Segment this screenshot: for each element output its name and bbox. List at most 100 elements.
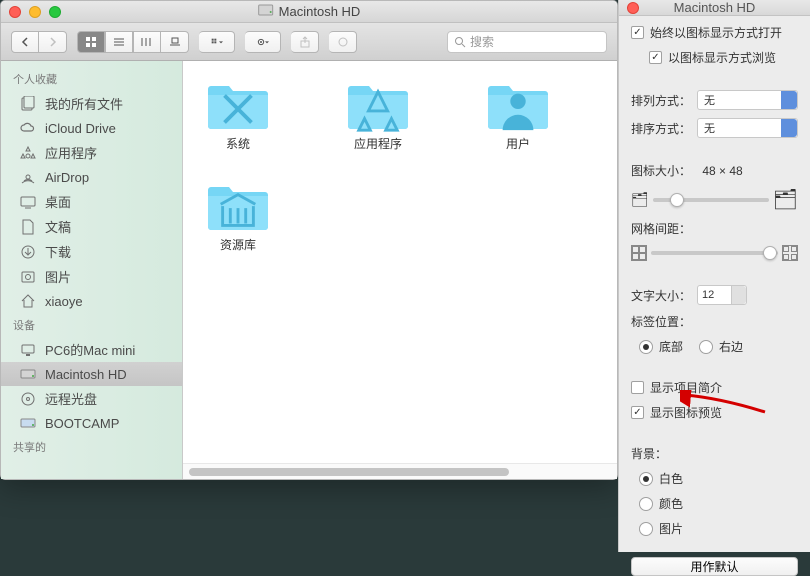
- hdd-icon: [19, 365, 37, 383]
- sort-by-label: 排列方式：: [631, 92, 691, 109]
- list-view-button[interactable]: [105, 31, 133, 53]
- label-bottom-radio[interactable]: [639, 340, 653, 354]
- show-item-info-checkbox[interactable]: [631, 381, 644, 394]
- nav-buttons: [11, 31, 67, 53]
- home-icon: [19, 292, 37, 310]
- browse-icon-checkbox[interactable]: [649, 51, 662, 64]
- sidebar-item-pictures[interactable]: 图片: [1, 264, 182, 289]
- action-button[interactable]: [245, 31, 281, 53]
- sidebar-item-downloads[interactable]: 下载: [1, 239, 182, 264]
- sidebar-item-cloud[interactable]: iCloud Drive: [1, 116, 182, 140]
- options-close-button[interactable]: [627, 2, 639, 14]
- always-icon-checkbox[interactable]: [631, 26, 644, 39]
- folder-系统[interactable]: 系统: [193, 81, 283, 152]
- icon-size-slider[interactable]: [653, 198, 769, 202]
- tags-group: [329, 31, 357, 53]
- sidebar-item-label: AirDrop: [45, 170, 89, 185]
- all-files-icon: [19, 95, 37, 113]
- tags-button[interactable]: [329, 31, 357, 53]
- search-icon: [454, 36, 466, 48]
- sidebar-item-label: iCloud Drive: [45, 121, 116, 136]
- folder-应用程序[interactable]: 应用程序: [333, 81, 423, 152]
- minimize-button[interactable]: [29, 6, 41, 18]
- folder-icon: [206, 182, 270, 232]
- coverflow-view-button[interactable]: [161, 31, 189, 53]
- folder-icon: [346, 81, 410, 131]
- titlebar: Macintosh HD: [1, 1, 617, 23]
- view-options-panel: Macintosh HD 始终以图标显示方式打开 以图标显示方式浏览 排列方式：…: [618, 0, 810, 552]
- hdd2-icon: [19, 414, 37, 432]
- sidebar-item-home[interactable]: xiaoye: [1, 289, 182, 313]
- sidebar-favorites-header: 个人收藏: [1, 67, 182, 91]
- sidebar-item-label: PC6的Mac mini: [45, 340, 135, 359]
- forward-button[interactable]: [39, 31, 67, 53]
- label-right-radio[interactable]: [699, 340, 713, 354]
- always-icon-label: 始终以图标显示方式打开: [650, 24, 782, 41]
- icon-size-value: 48 × 48: [702, 164, 742, 178]
- folder-用户[interactable]: 用户: [473, 81, 563, 152]
- sidebar-item-label: 下载: [45, 242, 71, 261]
- content-area: 系统应用程序用户资源库: [183, 61, 617, 479]
- sidebar-item-label: xiaoye: [45, 294, 83, 309]
- sidebar-item-label: BOOTCAMP: [45, 416, 119, 431]
- column-view-button[interactable]: [133, 31, 161, 53]
- documents-icon: [19, 218, 37, 236]
- search-input[interactable]: 搜索: [447, 31, 607, 53]
- sort-by-select[interactable]: 无: [697, 90, 798, 110]
- sidebar-item-Macintosh HD[interactable]: Macintosh HD: [1, 362, 182, 386]
- grid-spacing-label: 网格间距：: [631, 222, 691, 236]
- sidebar-item-BOOTCAMP[interactable]: BOOTCAMP: [1, 411, 182, 435]
- sidebar: 个人收藏 我的所有文件 iCloud Drive 应用程序 AirDrop 桌面文稿下载…: [1, 61, 183, 479]
- sidebar-item-airdrop[interactable]: AirDrop: [1, 165, 182, 189]
- action-group: [245, 31, 281, 53]
- zoom-button[interactable]: [49, 6, 61, 18]
- large-icon: 🗂: [773, 187, 798, 212]
- show-item-info-label: 显示项目简介: [650, 379, 722, 396]
- bg-white-radio[interactable]: [639, 472, 653, 486]
- close-button[interactable]: [9, 6, 21, 18]
- text-size-stepper[interactable]: 12: [697, 285, 747, 305]
- sidebar-item-label: 桌面: [45, 192, 71, 211]
- label-right-text: 右边: [719, 338, 743, 355]
- window-title-text: Macintosh HD: [279, 4, 361, 19]
- folder-资源库[interactable]: 资源库: [193, 182, 283, 253]
- sidebar-item-远程光盘[interactable]: 远程光盘: [1, 386, 182, 411]
- cloud-icon: [19, 119, 37, 137]
- options-body: 始终以图标显示方式打开 以图标显示方式浏览 排列方式： 无 排序方式： 无 图标…: [619, 16, 810, 545]
- arrange-button[interactable]: [199, 31, 235, 53]
- grid-large-icon: [782, 245, 798, 261]
- sidebar-item-PC6的Mac mini[interactable]: PC6的Mac mini: [1, 337, 182, 362]
- share-group: [291, 31, 319, 53]
- text-size-label: 文字大小：: [631, 287, 691, 304]
- sidebar-item-label: 远程光盘: [45, 389, 97, 408]
- order-by-label: 排序方式：: [631, 120, 691, 137]
- icon-size-label: 图标大小：: [631, 164, 691, 178]
- sidebar-item-all-files[interactable]: 我的所有文件: [1, 91, 182, 116]
- apps-icon: [19, 144, 37, 162]
- horizontal-scrollbar[interactable]: [183, 463, 617, 479]
- order-by-select[interactable]: 无: [697, 118, 798, 138]
- bg-picture-radio[interactable]: [639, 522, 653, 536]
- sidebar-devices-header: 设备: [1, 313, 182, 337]
- toolbar: 搜索: [1, 23, 617, 61]
- sidebar-shared-header: 共享的: [1, 435, 182, 459]
- sidebar-item-documents[interactable]: 文稿: [1, 214, 182, 239]
- computer-icon: [19, 341, 37, 359]
- folder-grid[interactable]: 系统应用程序用户资源库: [183, 61, 617, 463]
- share-button[interactable]: [291, 31, 319, 53]
- show-icon-preview-checkbox[interactable]: [631, 406, 644, 419]
- back-button[interactable]: [11, 31, 39, 53]
- bg-picture-label: 图片: [659, 520, 683, 537]
- hdd-icon: [258, 2, 274, 21]
- bg-color-radio[interactable]: [639, 497, 653, 511]
- options-titlebar: Macintosh HD: [619, 0, 810, 16]
- icon-view-button[interactable]: [77, 31, 105, 53]
- sidebar-item-desktop[interactable]: 桌面: [1, 189, 182, 214]
- sidebar-item-apps[interactable]: 应用程序: [1, 140, 182, 165]
- downloads-icon: [19, 243, 37, 261]
- airdrop-icon: [19, 168, 37, 186]
- use-defaults-button[interactable]: 用作默认: [631, 557, 798, 576]
- scrollbar-thumb[interactable]: [189, 468, 509, 476]
- folder-icon: [206, 81, 270, 131]
- grid-spacing-slider[interactable]: [651, 251, 778, 255]
